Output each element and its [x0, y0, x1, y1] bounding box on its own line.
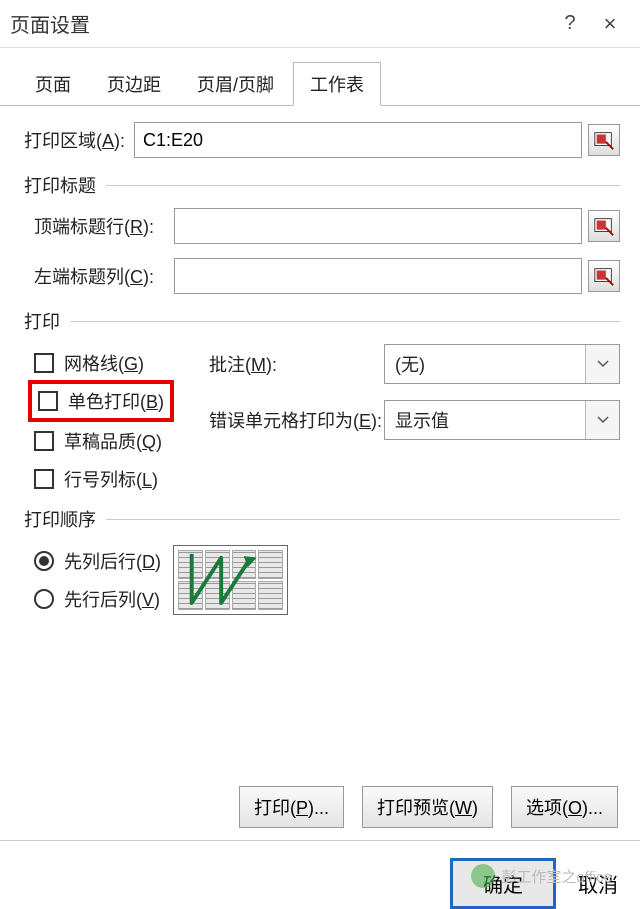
cancel-button[interactable]: 取消	[578, 869, 618, 898]
top-row-label: 顶端标题行(R):	[34, 213, 174, 239]
row-col-headings-label: 行号列标(L)	[64, 466, 158, 492]
tab-margins[interactable]: 页边距	[90, 62, 178, 106]
left-col-picker-icon[interactable]	[588, 260, 620, 292]
print-group-label: 打印	[24, 308, 60, 334]
black-and-white-checkbox[interactable]: 单色打印(B)	[38, 386, 164, 416]
down-then-over-label: 先列后行(D)	[64, 548, 161, 574]
comments-label: 批注(M):	[209, 351, 384, 377]
chevron-down-icon	[585, 401, 619, 439]
gridlines-label: 网格线(G)	[64, 350, 144, 376]
over-then-down-radio[interactable]: 先行后列(V)	[34, 580, 161, 618]
row-col-headings-checkbox[interactable]: 行号列标(L)	[34, 460, 209, 498]
tab-page[interactable]: 页面	[18, 62, 88, 106]
draft-quality-label: 草稿品质(Q)	[64, 428, 162, 454]
print-area-input[interactable]	[134, 122, 582, 158]
top-row-picker-icon[interactable]	[588, 210, 620, 242]
print-area-picker-icon[interactable]	[588, 124, 620, 156]
left-col-input[interactable]	[174, 258, 582, 294]
down-then-over-radio[interactable]: 先列后行(D)	[34, 542, 161, 580]
gridlines-checkbox[interactable]: 网格线(G)	[34, 344, 209, 382]
draft-quality-checkbox[interactable]: 草稿品质(Q)	[34, 422, 209, 460]
errors-select[interactable]: 显示值	[384, 400, 620, 440]
comments-select[interactable]: (无)	[384, 344, 620, 384]
print-area-label: 打印区域(A):	[24, 127, 134, 153]
page-order-group-label: 打印顺序	[24, 506, 96, 532]
top-row-input[interactable]	[174, 208, 582, 244]
print-titles-group-label: 打印标题	[24, 172, 96, 198]
tab-header-footer[interactable]: 页眉/页脚	[180, 62, 291, 106]
close-button[interactable]: ×	[590, 11, 630, 37]
page-order-diagram	[173, 545, 288, 615]
over-then-down-label: 先行后列(V)	[64, 586, 160, 612]
ok-button[interactable]: 确定	[450, 858, 556, 909]
tab-sheet[interactable]: 工作表	[293, 62, 381, 106]
print-preview-button[interactable]: 打印预览(W)	[362, 786, 493, 828]
dialog-title: 页面设置	[10, 9, 550, 38]
print-button[interactable]: 打印(P)...	[239, 786, 344, 828]
chevron-down-icon	[585, 345, 619, 383]
black-and-white-label: 单色打印(B)	[68, 388, 164, 414]
errors-label: 错误单元格打印为(E):	[209, 407, 384, 433]
help-button[interactable]: ?	[550, 12, 590, 35]
options-button[interactable]: 选项(O)...	[511, 786, 618, 828]
left-col-label: 左端标题列(C):	[34, 263, 174, 289]
